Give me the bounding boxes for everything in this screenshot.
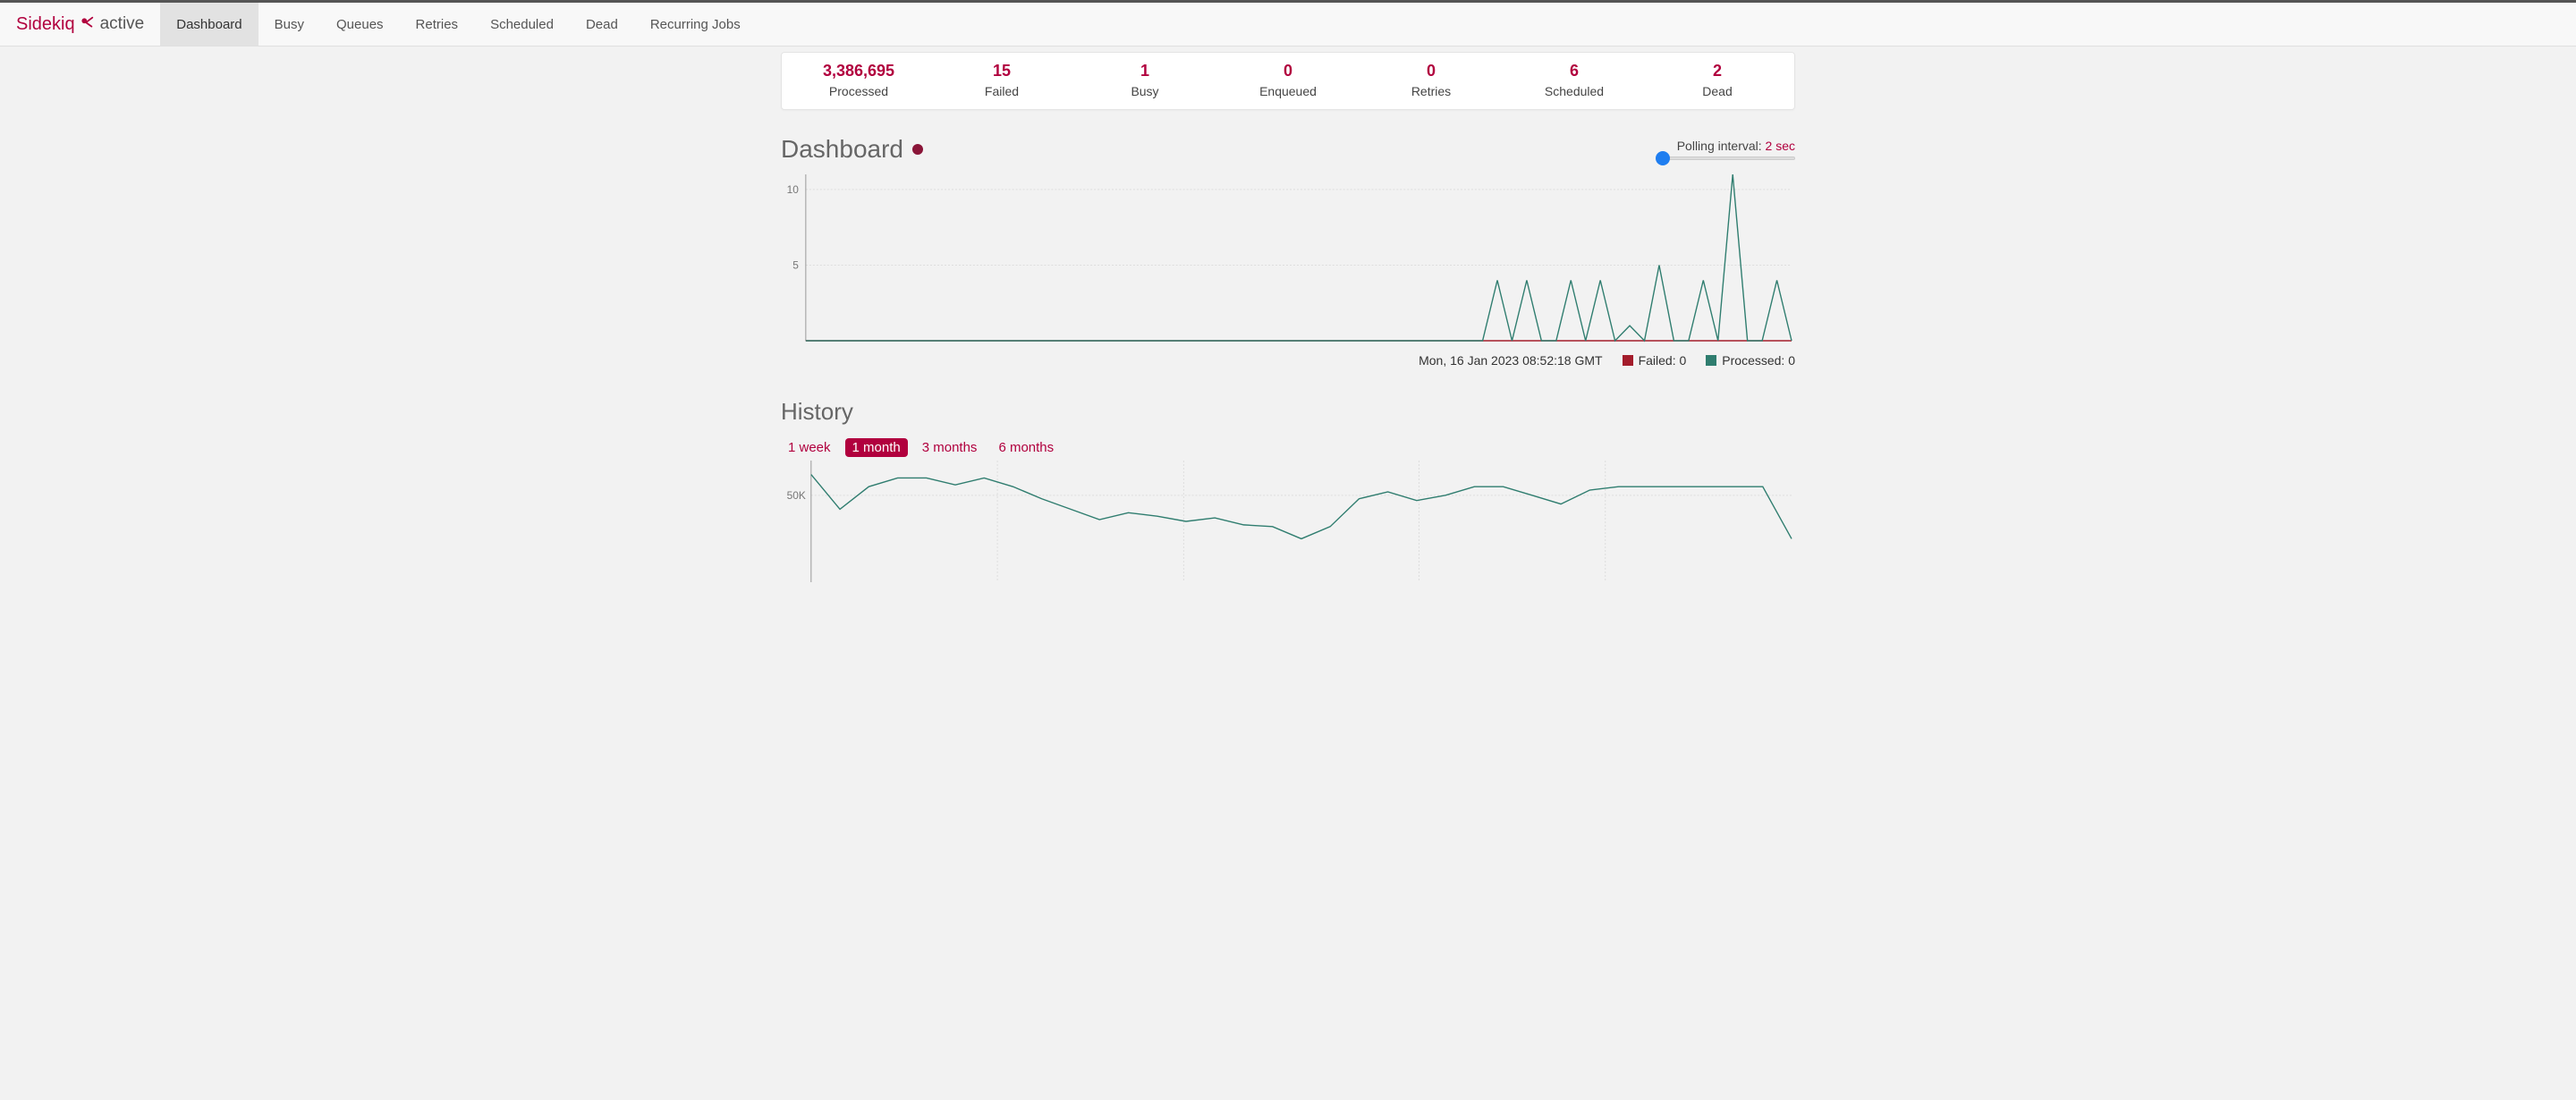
swatch-processed-icon [1706,355,1716,366]
legend-failed: Failed: 0 [1623,353,1687,368]
tab-dead[interactable]: Dead [570,3,634,46]
chart-timestamp: Mon, 16 Jan 2023 08:52:18 GMT [1419,353,1602,368]
dashboard-title: Dashboard [781,135,923,164]
stat-label: Busy [1073,84,1216,98]
history-range-picker: 1 week 1 month 3 months 6 months [781,438,1795,457]
polling-slider[interactable] [1656,157,1795,160]
tab-queues[interactable]: Queues [320,3,400,46]
stat-label: Retries [1360,84,1503,98]
stat-retries[interactable]: 0 Retries [1360,62,1503,98]
stat-value: 0 [1216,62,1360,80]
tab-recurring-jobs[interactable]: Recurring Jobs [634,3,757,46]
brand-status: active [100,14,145,34]
tab-dashboard[interactable]: Dashboard [160,3,258,46]
history-chart: 50K [781,459,1795,584]
stat-label: Scheduled [1503,84,1646,98]
stat-value: 2 [1646,62,1789,80]
realtime-legend: Mon, 16 Jan 2023 08:52:18 GMT Failed: 0 … [781,353,1795,368]
nav-tabs: Dashboard Busy Queues Retries Scheduled … [160,3,756,46]
svg-text:10: 10 [787,183,800,196]
stat-failed[interactable]: 15 Failed [930,62,1073,98]
stat-value: 1 [1073,62,1216,80]
stat-value: 0 [1360,62,1503,80]
stat-value: 15 [930,62,1073,80]
history-title: History [781,398,1795,426]
stat-processed[interactable]: 3,386,695 Processed [787,62,930,98]
stat-label: Processed [787,84,930,98]
sidekiq-logo-icon [79,15,95,34]
tab-scheduled[interactable]: Scheduled [474,3,570,46]
range-3-months[interactable]: 3 months [915,438,985,457]
stats-summary: 3,386,695 Processed 15 Failed 1 Busy 0 E… [781,52,1795,110]
stat-scheduled[interactable]: 6 Scheduled [1503,62,1646,98]
polling-control: Polling interval: 2 sec [1656,139,1795,160]
range-6-months[interactable]: 6 months [991,438,1061,457]
stat-value: 3,386,695 [787,62,930,80]
stat-label: Enqueued [1216,84,1360,98]
stat-value: 6 [1503,62,1646,80]
top-navbar: Sidekiq active Dashboard Busy Queues Ret… [0,0,2576,47]
stat-busy[interactable]: 1 Busy [1073,62,1216,98]
tab-retries[interactable]: Retries [400,3,475,46]
svg-text:5: 5 [792,258,799,271]
brand[interactable]: Sidekiq active [0,3,160,46]
swatch-failed-icon [1623,355,1633,366]
svg-text:50K: 50K [787,489,806,502]
dashboard-title-text: Dashboard [781,135,903,164]
slider-thumb[interactable] [1656,151,1670,165]
stat-label: Dead [1646,84,1789,98]
polling-value: 2 sec [1766,139,1795,153]
stat-enqueued[interactable]: 0 Enqueued [1216,62,1360,98]
tab-busy[interactable]: Busy [258,3,320,46]
slider-track [1656,157,1795,160]
polling-label: Polling interval: [1677,139,1762,153]
legend-processed: Processed: 0 [1706,353,1795,368]
range-1-month[interactable]: 1 month [845,438,908,457]
range-1-week[interactable]: 1 week [781,438,838,457]
stat-label: Failed [930,84,1073,98]
brand-name: Sidekiq [16,14,75,35]
stat-dead[interactable]: 2 Dead [1646,62,1789,98]
realtime-chart: 5 10 [781,171,1795,350]
live-indicator-icon [912,144,923,155]
